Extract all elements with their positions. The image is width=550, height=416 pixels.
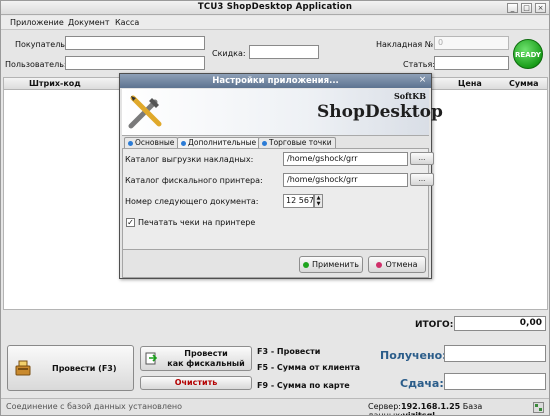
post-button-label: Провести (F3) xyxy=(52,364,117,373)
menu-bar: Приложение Документ Касса xyxy=(1,16,549,30)
tab-dot-icon xyxy=(181,140,186,146)
total-label: ИТОГО: xyxy=(415,320,454,330)
column-barcode[interactable]: Штрих-код xyxy=(29,79,81,88)
column-price[interactable]: Цена xyxy=(458,79,482,88)
ready-indicator: READY xyxy=(513,39,543,69)
clear-button[interactable]: Очистить xyxy=(140,376,252,390)
hint-f5: F5 - Сумма от клиента xyxy=(257,363,361,372)
server-value: 192.168.1.25 xyxy=(401,402,461,411)
close-button[interactable]: × xyxy=(535,3,546,13)
hint-f9: F9 - Сумма по карте xyxy=(257,381,350,390)
printer-dir-input[interactable]: /home/gshock/grr xyxy=(283,173,408,187)
menu-item-cash[interactable]: Касса xyxy=(115,18,139,27)
menu-item-document[interactable]: Документ xyxy=(68,18,110,27)
tab-dot-icon xyxy=(128,140,133,146)
status-bar: Соединение с базой данных установлено Се… xyxy=(1,398,549,415)
dialog-title: Настройки приложения... xyxy=(212,76,339,86)
user-input[interactable] xyxy=(65,56,205,70)
main-window: TCU3 ShopDesktop Application _ □ × Прило… xyxy=(0,0,550,416)
discount-input[interactable] xyxy=(249,45,319,59)
post-fiscal-label-1: Провести xyxy=(184,349,228,358)
document-arrow-icon xyxy=(145,352,158,365)
tab-dot-icon xyxy=(262,140,267,146)
user-label: Пользователь: xyxy=(5,60,67,69)
printer-dir-label: Каталог фискального принтера: xyxy=(125,176,263,185)
printer-dir-browse-button[interactable]: ... xyxy=(410,173,434,186)
dialog-button-bar: Применить Отмена xyxy=(122,250,429,278)
buyer-label: Покупатель: xyxy=(15,40,68,49)
tab-additional-label: Дополнительные xyxy=(188,138,257,147)
tab-basic[interactable]: Основные xyxy=(124,137,179,148)
next-doc-spinner[interactable]: 12 567 xyxy=(283,194,314,208)
post-fiscal-label-2: как фискальный xyxy=(167,359,245,368)
menu-item-application[interactable]: Приложение xyxy=(10,18,64,27)
article-input[interactable] xyxy=(434,56,509,70)
change-label: Сдача: xyxy=(400,377,444,390)
post-button[interactable]: Провести (F3) xyxy=(7,345,134,391)
cancel-dot-icon xyxy=(376,261,383,268)
dialog-title-bar: Настройки приложения... × xyxy=(120,74,431,88)
server-label: Сервер: xyxy=(368,402,401,411)
export-dir-browse-button[interactable]: ... xyxy=(410,152,434,165)
buyer-input[interactable] xyxy=(65,36,205,50)
post-fiscal-button[interactable]: Провести как фискальный xyxy=(140,346,252,371)
database-value: vizitsql xyxy=(402,411,436,416)
print-checks-checkbox[interactable]: ✓ xyxy=(126,218,135,227)
settings-dialog: Настройки приложения... × SoftKB ShopDes… xyxy=(119,73,443,279)
brand-title: ShopDesktop xyxy=(317,102,443,122)
tab-trade-points[interactable]: Торговые точки xyxy=(258,137,336,148)
invoice-number-field: 0 xyxy=(434,36,509,50)
cancel-label: Отмена xyxy=(385,260,418,269)
cash-register-icon xyxy=(15,360,31,376)
maximize-button[interactable]: □ xyxy=(521,3,532,13)
total-field: 0,00 xyxy=(454,316,546,331)
dialog-tabs: Основные Дополнительные Торговые точки xyxy=(124,137,424,149)
export-dir-input[interactable]: /home/gshock/grr xyxy=(283,152,408,166)
column-sum[interactable]: Сумма xyxy=(509,79,539,88)
title-bar: TCU3 ShopDesktop Application _ □ × xyxy=(1,1,549,15)
invoice-label: Накладная №: xyxy=(376,40,436,49)
tab-basic-label: Основные xyxy=(135,138,175,147)
cancel-button[interactable]: Отмена xyxy=(368,256,426,273)
apply-dot-icon xyxy=(302,261,309,268)
hint-f3: F3 - Провести xyxy=(257,347,321,356)
minimize-button[interactable]: _ xyxy=(507,3,518,13)
apply-button[interactable]: Применить xyxy=(299,256,363,273)
spinner-arrows[interactable]: ▲ ▼ xyxy=(314,194,323,208)
tab-trade-points-label: Торговые точки xyxy=(269,138,332,147)
next-doc-label: Номер следующего документа: xyxy=(125,197,259,206)
spinner-down-icon[interactable]: ▼ xyxy=(315,201,322,207)
window-title: TCU3 ShopDesktop Application xyxy=(197,2,353,12)
dialog-close-button[interactable]: × xyxy=(417,75,428,86)
connection-status: Соединение с базой данных установлено xyxy=(6,402,183,411)
tools-icon xyxy=(128,95,162,129)
database-status-icon xyxy=(533,402,544,413)
received-label: Получено: xyxy=(380,349,447,362)
export-dir-label: Каталог выгрузки накладных: xyxy=(125,155,254,164)
article-label: Статья: xyxy=(403,60,436,69)
discount-label: Скидка: xyxy=(212,49,246,58)
change-field xyxy=(444,373,546,390)
apply-label: Применить xyxy=(311,260,360,269)
dialog-banner: SoftKB ShopDesktop xyxy=(122,89,443,136)
received-input[interactable] xyxy=(444,345,546,362)
print-checks-label[interactable]: Печатать чеки на принтере xyxy=(138,218,255,227)
dialog-tab-panel: Каталог выгрузки накладных: /home/gshock… xyxy=(122,148,434,250)
brand-small: SoftKB xyxy=(394,91,426,101)
